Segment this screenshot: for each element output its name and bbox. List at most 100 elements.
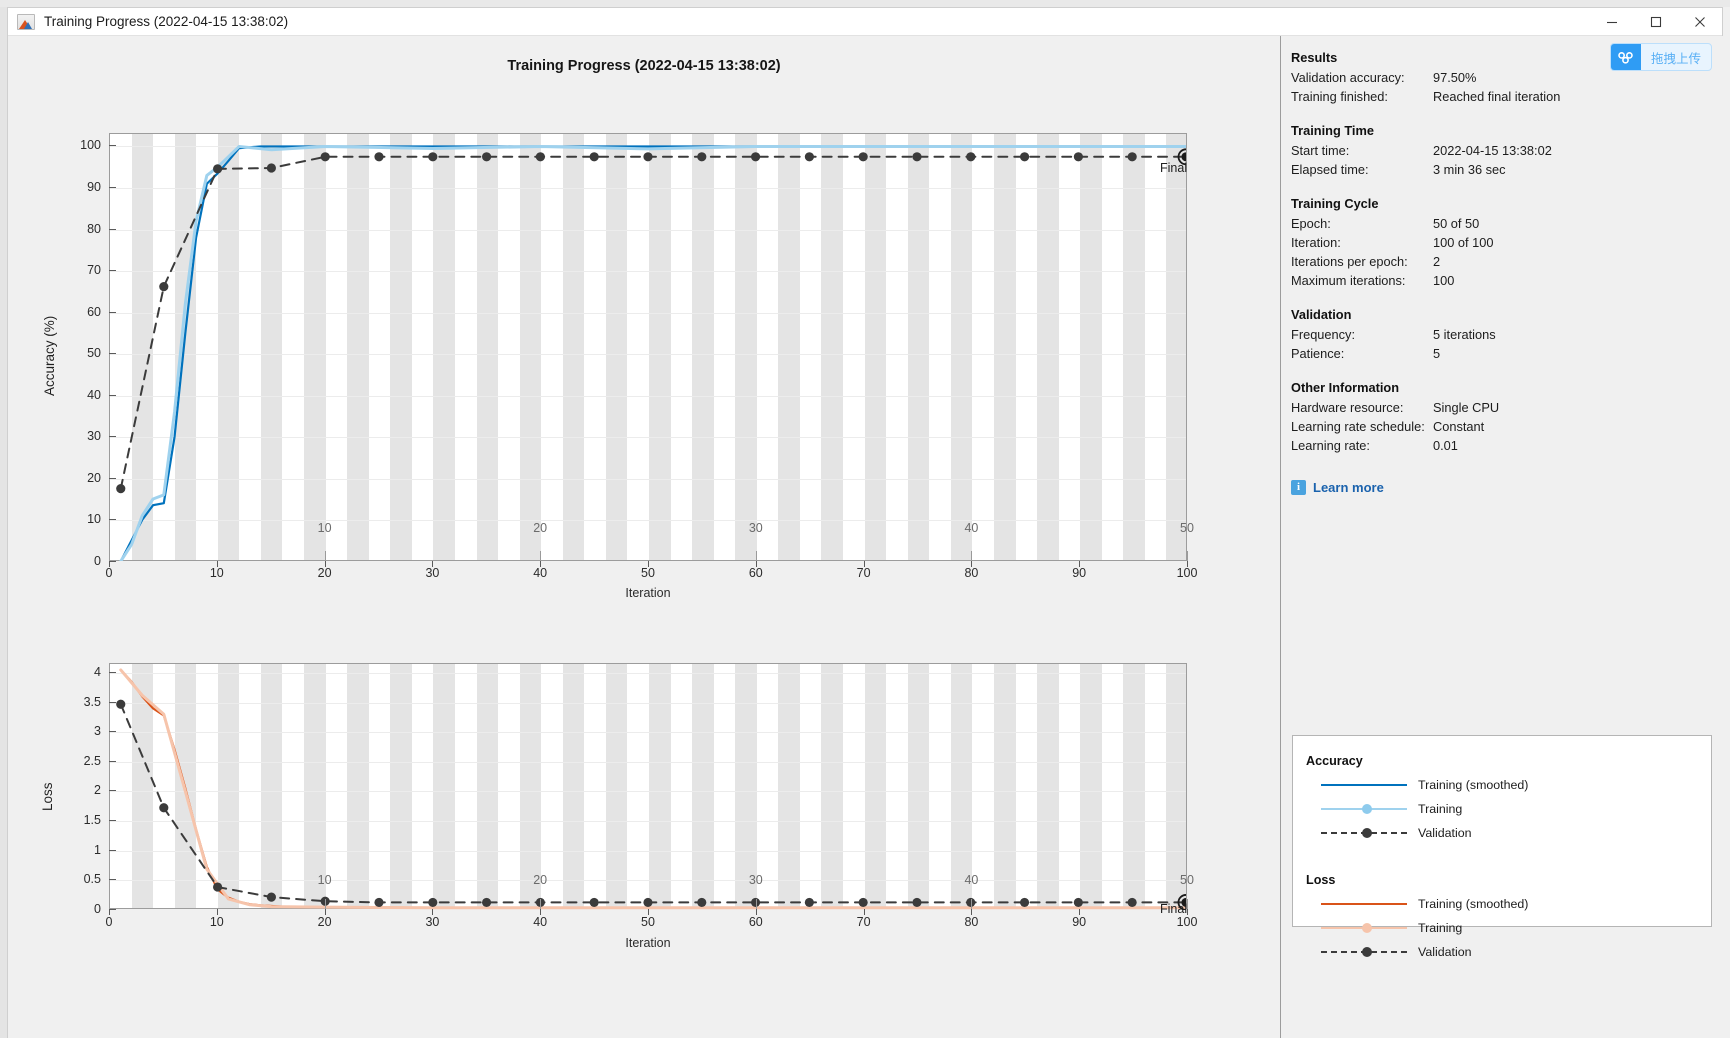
y-tick-label: 1.5 [83, 813, 101, 828]
accuracy-y-tick-labels: 0 10 20 30 40 50 60 70 80 90 100 [63, 133, 101, 568]
legend-group-title: Accuracy [1306, 754, 1363, 768]
y-tick-label: 3 [94, 724, 101, 739]
y-tick-label: 1 [94, 842, 101, 857]
x-tick-label: 100 [1176, 915, 1198, 929]
x-tick [1187, 561, 1188, 567]
desktop-ghost-text: — — — — — — — — — — [60, 0, 641, 6]
x-tick [863, 561, 865, 567]
y-tick-label: 90 [87, 180, 101, 195]
app-root: — — — — — — — — — — · · · · · · Training… [0, 0, 1730, 1038]
epoch-tick [755, 899, 757, 909]
legend-marker-dot [1362, 947, 1372, 957]
x-tick-label: 60 [748, 915, 763, 929]
epoch-label: 40 [964, 521, 979, 535]
info-row-key: Validation accuracy: [1291, 70, 1405, 85]
info-row: Hardware resource: Single CPU [1291, 398, 1715, 417]
info-row: Frequency: 5 iterations [1291, 325, 1715, 344]
legend-marker-dot [1362, 923, 1372, 933]
epoch-tick [1187, 551, 1188, 561]
legend-item[interactable]: Validation [1321, 826, 1472, 840]
x-tick [1187, 909, 1188, 915]
info-sections: Results Validation accuracy: 97.50% Trainin… [1291, 50, 1715, 455]
epoch-label: 10 [317, 521, 332, 535]
y-tick-label: 0 [94, 902, 101, 916]
legend-marker-dot [1362, 828, 1372, 838]
legend-swatch [1321, 897, 1407, 911]
x-tick [432, 561, 434, 567]
info-row: Iterations per epoch: 2 [1291, 252, 1715, 271]
y-tick-label: 40 [87, 387, 101, 402]
info-section-heading: Validation [1291, 307, 1352, 322]
maximize-button[interactable] [1634, 8, 1678, 35]
x-tick-label: 70 [856, 915, 871, 929]
info-row-key: Learning rate schedule: [1291, 419, 1425, 434]
info-row: Validation accuracy: 97.50% [1291, 68, 1715, 87]
info-row-value: 0.01 [1433, 438, 1458, 453]
legend-marker-dot [1362, 804, 1372, 814]
info-pane: 拖拽上传 Results Validation accuracy: 97.50% Tr… [1280, 36, 1724, 1038]
legend-swatch [1321, 802, 1407, 816]
y-tick-label: 3.5 [83, 694, 101, 709]
plot-title: Training Progress (2022-04-15 13:38:02) [507, 58, 781, 74]
info-row-value: Reached final iteration [1433, 89, 1561, 104]
info-row: Iteration: 100 of 100 [1291, 233, 1715, 252]
x-tick [971, 561, 973, 567]
desktop-background-strip: — — — — — — — — — — [0, 0, 1730, 7]
x-tick [755, 909, 757, 915]
legend-item[interactable]: Training (smoothed) [1321, 778, 1528, 792]
legend-item[interactable]: Training [1321, 921, 1462, 935]
epoch-tick [971, 551, 973, 561]
y-tick-label: 2 [94, 783, 101, 798]
y-tick-label: 60 [87, 304, 101, 319]
x-tick [648, 909, 649, 915]
legend-swatch [1321, 778, 1407, 792]
y-tick-label: 30 [87, 429, 101, 444]
x-tick [432, 909, 434, 915]
window-title: Training Progress (2022-04-15 13:38:02) [44, 14, 289, 29]
y-tick-label: 2.5 [83, 753, 101, 768]
loss-y-axis-label: Loss [40, 782, 55, 811]
epoch-tick [324, 551, 326, 561]
info-row-value: 100 [1433, 273, 1455, 288]
legend-swatch [1321, 945, 1407, 959]
loss-x-ticks [109, 909, 1188, 917]
minimize-button[interactable] [1590, 8, 1634, 35]
info-row-value: 5 iterations [1433, 327, 1496, 342]
info-row-value: 100 of 100 [1433, 235, 1494, 250]
accuracy-epoch-labels: 10 20 30 40 50 [109, 133, 1194, 561]
x-tick-label: 90 [1072, 915, 1087, 929]
info-row: Training finished: Reached final iteratio… [1291, 87, 1715, 106]
window-body: Training Progress (2022-04-15 13:38:02) … [8, 36, 1724, 1038]
legend-item[interactable]: Training [1321, 802, 1462, 816]
x-tick-label: 10 [209, 915, 224, 929]
legend-swatch [1321, 826, 1407, 840]
legend-item[interactable]: Validation [1321, 945, 1472, 959]
y-tick-label: 100 [80, 138, 101, 153]
legend-item-label: Training (smoothed) [1418, 897, 1529, 911]
chart-legend: Accuracy Training (smoothed) Training Valid… [1292, 735, 1712, 959]
x-tick-label: 20 [317, 915, 332, 929]
info-row-key: Training finished: [1291, 89, 1388, 104]
info-section-heading: Training Time [1291, 123, 1374, 138]
info-row: Elapsed time: 3 min 36 sec [1291, 160, 1715, 179]
info-row-key: Learning rate: [1291, 438, 1370, 453]
x-tick [216, 561, 218, 567]
info-section-heading: Training Cycle [1291, 196, 1379, 211]
y-tick-label: 50 [87, 346, 101, 361]
close-button[interactable] [1678, 8, 1722, 35]
legend-item[interactable]: Training (smoothed) [1321, 897, 1528, 911]
x-tick-label: 40 [533, 915, 548, 929]
info-row: Start time: 2022-04-15 13:38:02 [1291, 141, 1715, 160]
info-row-value: 3 min 36 sec [1433, 162, 1506, 177]
x-tick [648, 561, 649, 567]
y-tick-label: 0.5 [83, 872, 101, 887]
info-row-value: Constant [1433, 419, 1485, 434]
epoch-tick [1187, 899, 1188, 909]
window-controls [1590, 8, 1722, 35]
x-tick [324, 561, 326, 567]
info-row-key: Iterations per epoch: [1291, 254, 1408, 269]
info-row-value: 50 of 50 [1433, 216, 1480, 231]
info-row-key: Epoch: [1291, 216, 1331, 231]
learn-more-link[interactable]: i Learn more [1291, 480, 1384, 495]
x-tick [863, 909, 865, 915]
